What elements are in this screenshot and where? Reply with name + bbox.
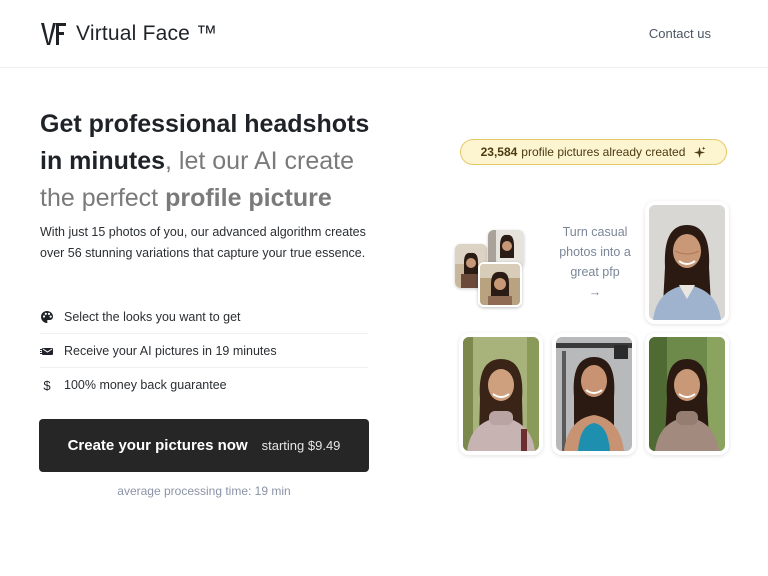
hero-title: Get professional headshots in minutes, l… bbox=[40, 106, 385, 217]
headshot-outdoor bbox=[459, 333, 543, 455]
cta-main-label: Create your pictures now bbox=[67, 437, 248, 454]
feature-label: 100% money back guarantee bbox=[64, 378, 227, 392]
sparkle-icon bbox=[694, 145, 706, 158]
vf-logo-icon bbox=[41, 23, 66, 45]
pictures-created-count: 23,584 bbox=[480, 145, 518, 159]
casual-caption-text: Turn casual photos into a great pfp bbox=[559, 225, 631, 279]
palette-icon bbox=[40, 310, 54, 324]
site-header: Virtual Face ™ Contact us bbox=[0, 0, 768, 68]
feature-label: Select the looks you want to get bbox=[64, 309, 241, 324]
headshot-park bbox=[645, 333, 729, 455]
brand-name: Virtual Face ™ bbox=[76, 22, 218, 45]
casual-caption: Turn casual photos into a great pfp → bbox=[553, 222, 637, 302]
brand-logo[interactable]: Virtual Face ™ bbox=[40, 20, 217, 48]
processing-time-note: average processing time: 19 min bbox=[117, 484, 291, 498]
arrow-right-icon: → bbox=[588, 285, 602, 299]
create-pictures-button[interactable]: Create your pictures now starting $9.49 bbox=[39, 419, 369, 472]
headshot-gym bbox=[552, 333, 636, 455]
feature-item: Select the looks you want to get bbox=[40, 300, 368, 334]
hero-description: With just 15 photos of you, our advanced… bbox=[40, 225, 366, 260]
headshot-main bbox=[645, 201, 729, 324]
contact-us-link[interactable]: Contact us bbox=[649, 26, 711, 41]
cta-price-label: starting $9.49 bbox=[261, 438, 341, 453]
feature-list: Select the looks you want to get Receive… bbox=[40, 300, 368, 402]
feature-label: Receive your AI pictures in 19 minutes bbox=[64, 343, 277, 358]
casual-photo-3 bbox=[478, 262, 522, 307]
dollar-icon: $ bbox=[43, 377, 51, 393]
hero-title-emphasis: profile picture bbox=[165, 184, 332, 212]
feature-item: Receive your AI pictures in 19 minutes bbox=[40, 334, 368, 368]
fast-delivery-icon bbox=[40, 344, 54, 358]
pictures-created-text: profile pictures already created bbox=[521, 145, 686, 159]
pictures-created-badge: 23,584 profile pictures already created bbox=[460, 139, 727, 165]
feature-item: $ 100% money back guarantee bbox=[40, 368, 368, 402]
